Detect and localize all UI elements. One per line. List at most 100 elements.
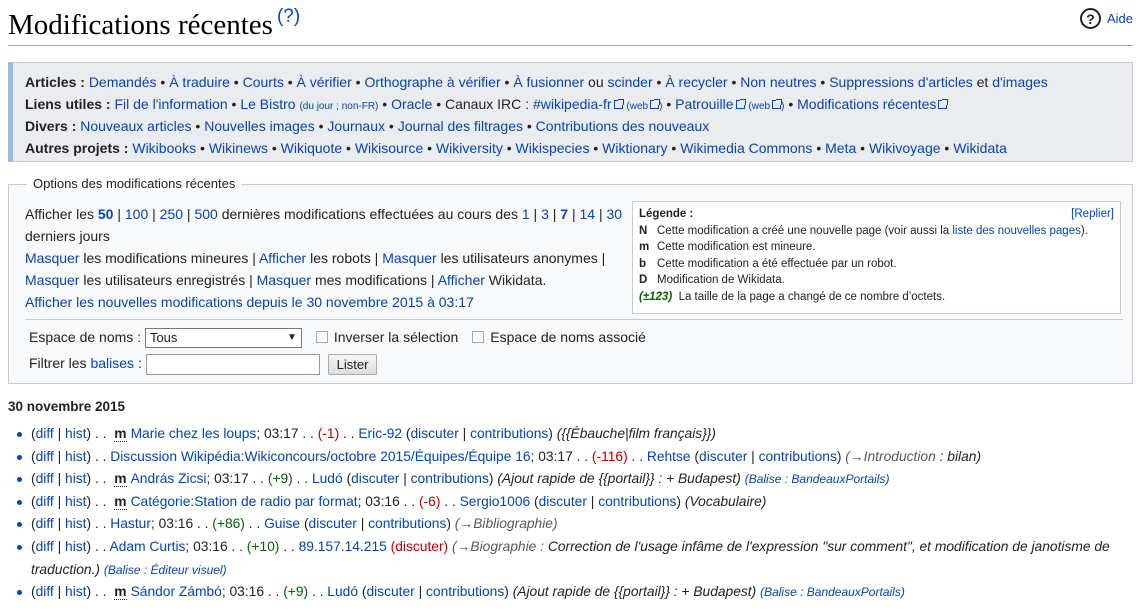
nav-link[interactable]: Wikidata (953, 140, 1007, 156)
limit-option[interactable]: 50 (98, 206, 114, 222)
talk-link-red[interactable]: (discuter) (391, 539, 449, 554)
talk-link[interactable]: discuter (410, 426, 458, 441)
diff-link[interactable]: diff (36, 516, 54, 531)
user-link[interactable]: Guise (264, 516, 300, 531)
days-option[interactable]: 1 (522, 206, 530, 222)
limit-option[interactable]: 250 (160, 206, 183, 222)
nav-link[interactable]: Orthographe à vérifier (364, 74, 500, 90)
contribs-link[interactable]: contributions (411, 471, 489, 486)
hist-link[interactable]: hist (65, 584, 86, 599)
nav-link[interactable]: Demandés (89, 74, 157, 90)
page-link[interactable]: Sándor Zámbó (131, 584, 222, 599)
new-since-link[interactable]: Afficher les nouvelles modifications dep… (25, 294, 474, 310)
nav-link[interactable]: Wikisource (355, 140, 423, 156)
hist-link[interactable]: hist (65, 516, 86, 531)
contribs-link[interactable]: contributions (759, 449, 837, 464)
nav-link[interactable]: d'images (992, 74, 1048, 90)
collapse-legend-link[interactable]: [Replier] (1071, 206, 1114, 223)
nav-link[interactable]: Wikinews (209, 140, 268, 156)
nav-link[interactable]: Suppressions d'articles (829, 74, 973, 90)
diff-link[interactable]: diff (36, 449, 54, 464)
nav-link[interactable]: Non neutres (740, 74, 816, 90)
title-help-link[interactable]: (?) (277, 6, 300, 27)
section-arrow-link[interactable]: (→Biographie : (452, 539, 544, 554)
diff-link[interactable]: diff (36, 539, 54, 554)
section-arrow-link[interactable]: (→Bibliographie) (455, 516, 558, 531)
tag-badge[interactable]: (Balise : Éditeur visuel) (104, 563, 227, 577)
nav-link[interactable]: Patrouille (675, 96, 733, 112)
nav-link[interactable]: À recycler (665, 74, 727, 90)
invert-checkbox[interactable] (315, 331, 328, 343)
talk-link[interactable]: discuter (539, 494, 587, 509)
talk-link[interactable]: discuter (699, 449, 747, 464)
contribs-link[interactable]: contributions (426, 584, 504, 599)
user-link[interactable]: Ludó (312, 471, 343, 486)
nav-link[interactable]: Journal des filtrages (398, 118, 523, 134)
diff-link[interactable]: diff (36, 426, 54, 441)
bistro-sublinks[interactable]: (du jour ; non-FR) (299, 101, 378, 112)
nav-link[interactable]: Contributions des nouveaux (536, 118, 710, 134)
nav-link[interactable]: Wikispecies (516, 140, 590, 156)
help-link[interactable]: ? Aide (1079, 8, 1133, 29)
days-option[interactable]: 7 (560, 206, 568, 222)
contribs-link[interactable]: contributions (368, 516, 446, 531)
nav-link[interactable]: Courts (243, 74, 284, 90)
toggle-registered-link[interactable]: Masquer (25, 272, 79, 288)
tags-link[interactable]: balises (90, 355, 134, 371)
question-circle-icon[interactable]: ? (1079, 8, 1101, 29)
tag-badge[interactable]: (Balise : BandeauxPortails) (745, 472, 890, 486)
web-link[interactable]: (web) (626, 99, 662, 112)
diff-link[interactable]: diff (36, 471, 54, 486)
nav-link[interactable]: #wikipedia-fr (533, 96, 612, 112)
days-option[interactable]: 14 (580, 206, 596, 222)
hist-link[interactable]: hist (65, 449, 86, 464)
web-link[interactable]: (web) (748, 99, 784, 112)
hist-link[interactable]: hist (65, 471, 86, 486)
toggle-anon-link[interactable]: Masquer (382, 250, 436, 266)
tag-filter-input[interactable] (145, 353, 320, 375)
diff-link[interactable]: diff (36, 584, 54, 599)
section-arrow-link[interactable]: (→Introduction (845, 449, 936, 464)
toggle-bots-link[interactable]: Afficher (259, 250, 306, 266)
nav-link[interactable]: À traduire (169, 74, 230, 90)
days-option[interactable]: 30 (607, 206, 623, 222)
toggle-wikidata-link[interactable]: Afficher (438, 272, 485, 288)
namespace-select[interactable]: Tous ▼ (144, 328, 302, 349)
page-link[interactable]: Hastur (110, 516, 151, 531)
toggle-mine-link[interactable]: Masquer (257, 272, 311, 288)
new-pages-link[interactable]: liste des nouvelles pages (952, 225, 1081, 237)
user-link[interactable]: Ludó (327, 584, 358, 599)
user-link[interactable]: Rehtse (647, 449, 691, 464)
toggle-minor-link[interactable]: Masquer (25, 250, 79, 266)
nav-link[interactable]: Wiktionary (602, 140, 667, 156)
nav-link[interactable]: Fil de l'information (114, 96, 227, 112)
nav-link[interactable]: scinder (608, 74, 653, 90)
days-option[interactable]: 3 (541, 206, 549, 222)
associated-checkbox[interactable] (472, 331, 485, 343)
page-link[interactable]: András Zicsi (131, 471, 207, 486)
hist-link[interactable]: hist (65, 494, 86, 509)
nav-link[interactable]: Wikibooks (132, 140, 196, 156)
page-link[interactable]: Catégorie:Station de radio par format (131, 494, 358, 509)
hist-link[interactable]: hist (65, 539, 86, 554)
limit-option[interactable]: 500 (194, 206, 217, 222)
page-link[interactable]: Discussion Wikipédia:Wikiconcours/octobr… (110, 449, 530, 464)
user-link[interactable]: Sergio1006 (460, 494, 531, 509)
talk-link[interactable]: discuter (366, 584, 414, 599)
list-button[interactable]: Lister (327, 353, 378, 375)
page-link[interactable]: Marie chez les loups (131, 426, 257, 441)
talk-link[interactable]: discuter (351, 471, 399, 486)
nav-link[interactable]: Wikivoyage (869, 140, 941, 156)
talk-link[interactable]: discuter (309, 516, 357, 531)
contribs-link[interactable]: contributions (598, 494, 676, 509)
nav-link[interactable]: Nouveaux articles (80, 118, 191, 134)
ip-link[interactable]: 89.157.14.215 (299, 539, 387, 554)
contribs-link[interactable]: contributions (470, 426, 548, 441)
nav-link[interactable]: À vérifier (297, 74, 352, 90)
nav-link[interactable]: Meta (825, 140, 856, 156)
limit-option[interactable]: 100 (125, 206, 148, 222)
hist-link[interactable]: hist (65, 426, 86, 441)
nav-link[interactable]: Wikiquote (281, 140, 342, 156)
user-link[interactable]: Eric-92 (358, 426, 402, 441)
nav-link[interactable]: Journaux (327, 118, 385, 134)
